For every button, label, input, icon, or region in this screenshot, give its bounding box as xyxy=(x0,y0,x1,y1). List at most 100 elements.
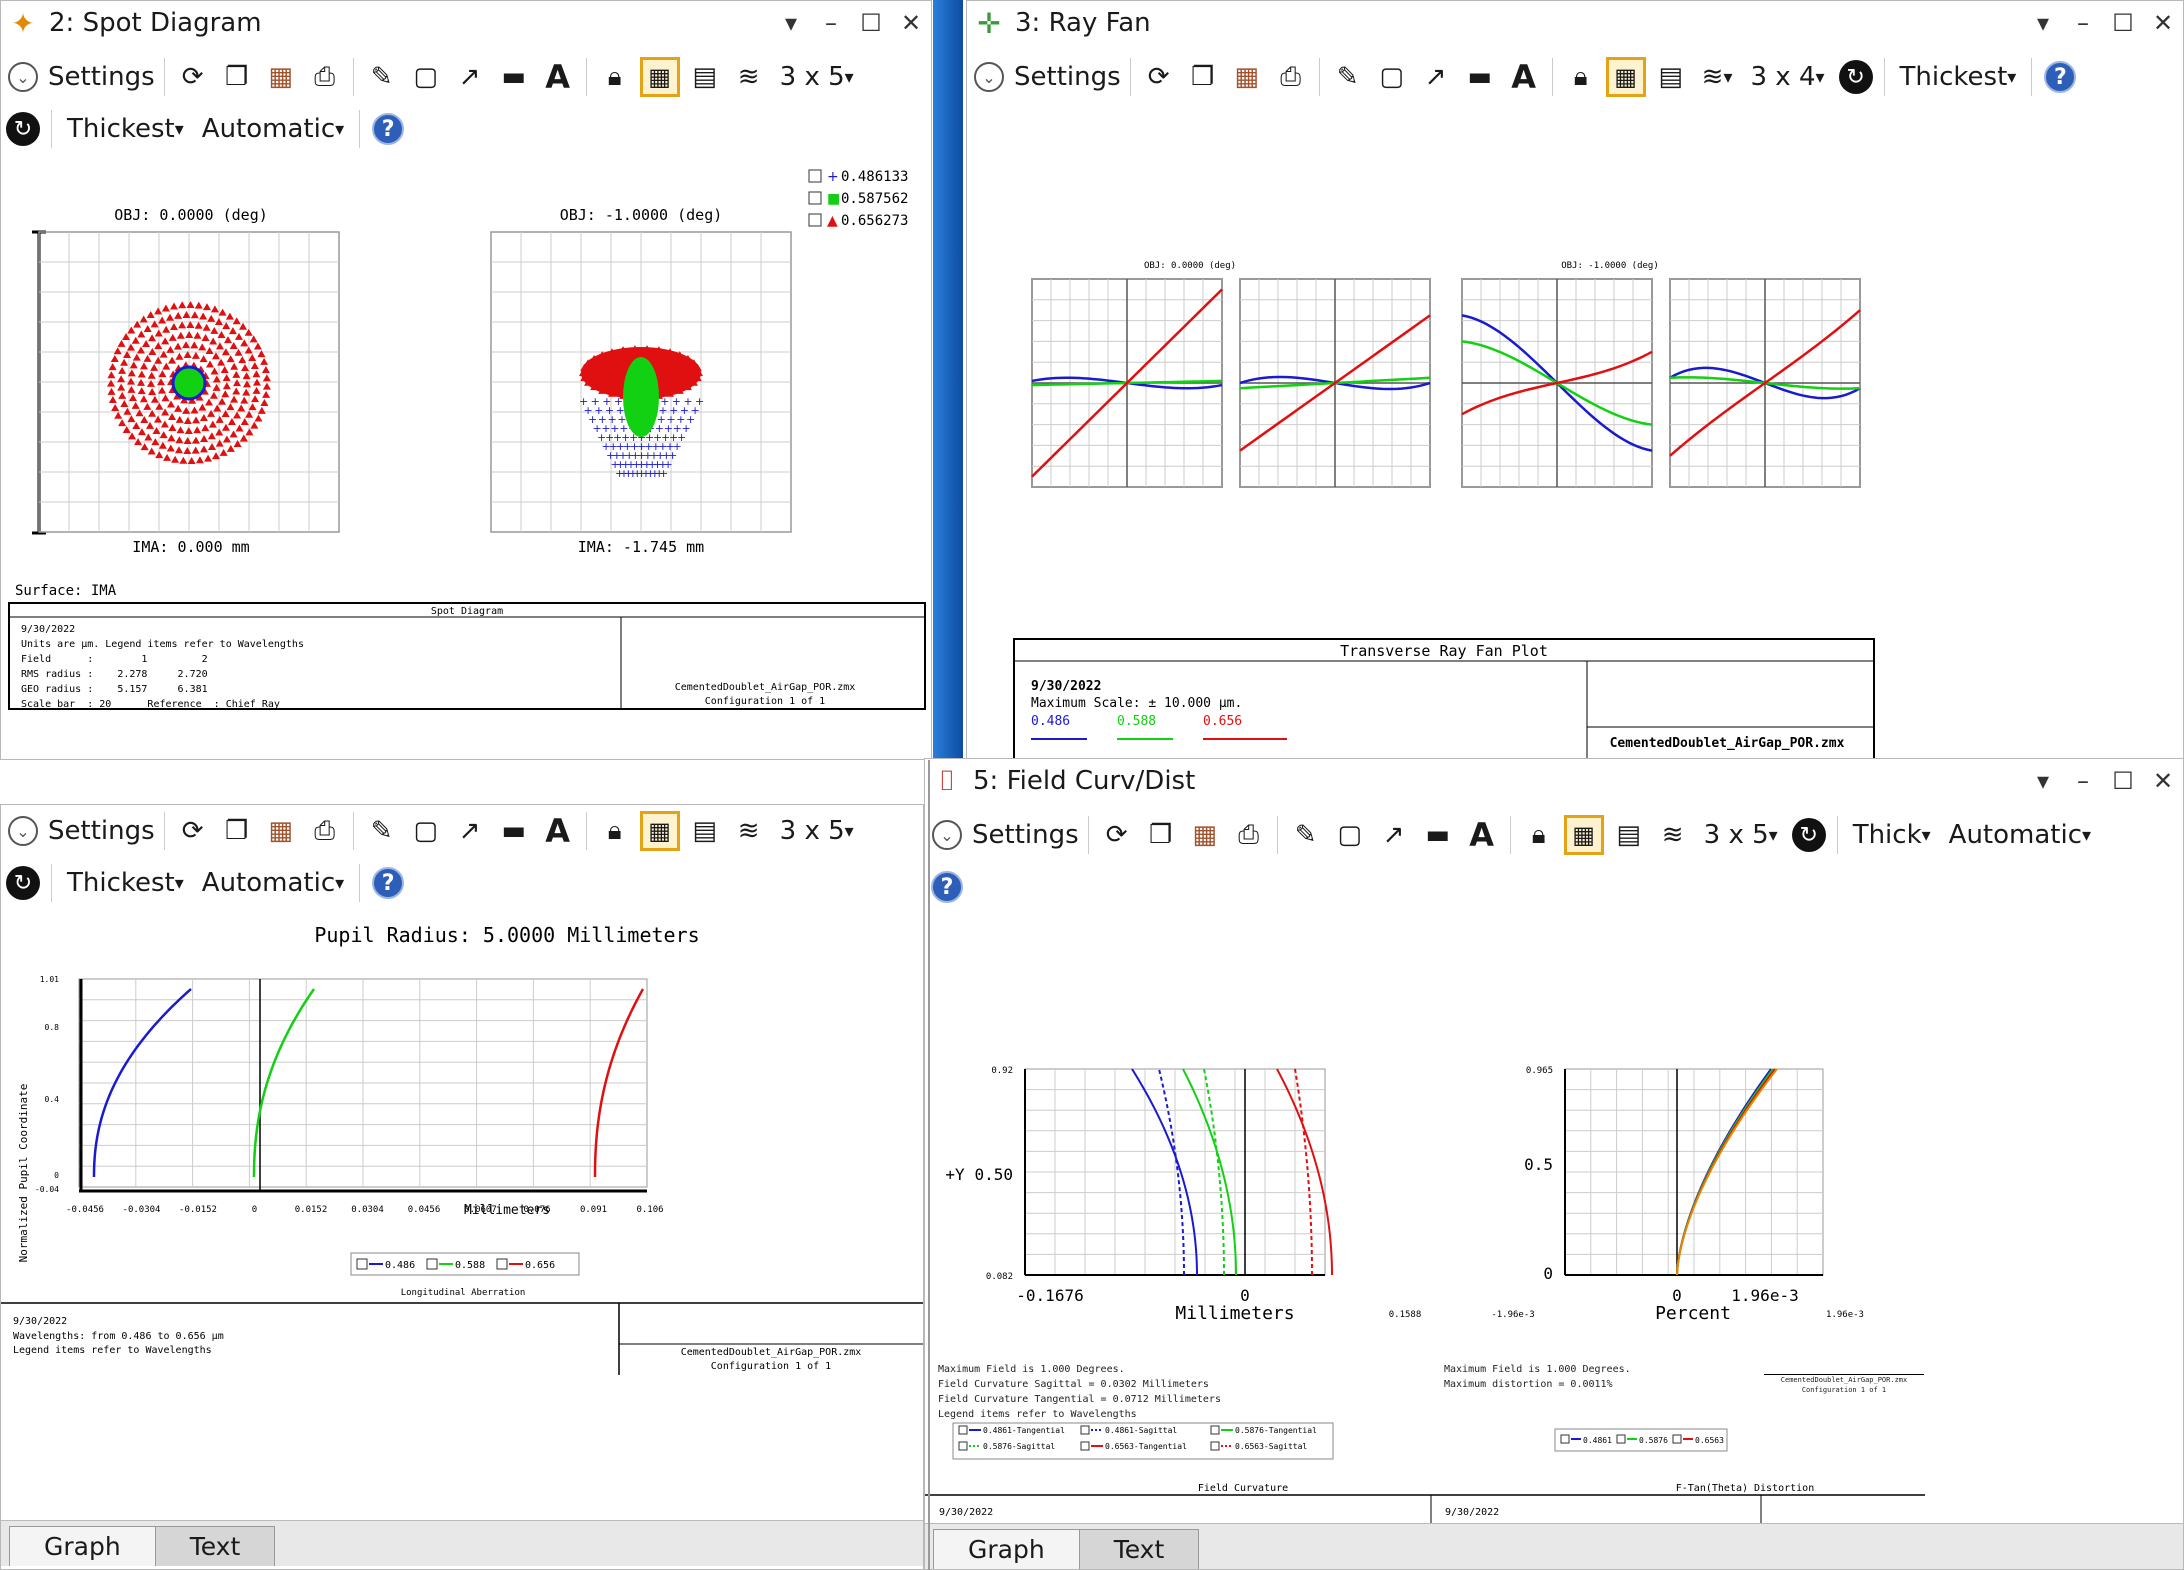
grid-layout-icon[interactable]: ▦ xyxy=(1563,815,1604,855)
settings-button[interactable]: Settings xyxy=(972,813,1079,857)
fcd-title-bar[interactable]: ⌷ 5: Field Curv/Dist ▾ – ☐ ✕ xyxy=(925,759,2183,803)
tab-graph[interactable]: Graph xyxy=(9,1526,156,1566)
help-icon[interactable]: ? xyxy=(931,871,963,903)
refresh-icon[interactable]: ⟳ xyxy=(1098,813,1136,857)
copy-icon[interactable]: ❐ xyxy=(1184,55,1222,99)
lock-icon[interactable]: 🔒︎ xyxy=(1520,813,1558,857)
minimize-icon[interactable]: – xyxy=(2063,767,2103,795)
pencil-icon[interactable]: ✎ xyxy=(363,809,401,853)
text-tool-icon[interactable]: A xyxy=(539,809,577,853)
settings-button[interactable]: Settings xyxy=(48,809,155,853)
save-icon[interactable]: ▦ xyxy=(1228,55,1266,99)
print-icon[interactable]: ⎙ xyxy=(1272,55,1310,99)
layers-icon[interactable]: ≋ xyxy=(730,55,768,99)
tab-text[interactable]: Text xyxy=(1078,1529,1200,1569)
color-mode-dropdown[interactable]: Automatic xyxy=(196,107,350,151)
spot-title-bar[interactable]: ✦ 2: Spot Diagram ▾ – ☐ ✕ xyxy=(1,1,931,45)
settings-chevron-icon[interactable]: ⌄ xyxy=(8,816,38,846)
settings-button[interactable]: Settings xyxy=(1014,55,1121,99)
chevron-down-icon[interactable]: ▾ xyxy=(2023,767,2063,795)
text-tool-icon[interactable]: A xyxy=(1505,55,1543,99)
settings-chevron-icon[interactable]: ⌄ xyxy=(974,62,1004,92)
help-icon[interactable]: ? xyxy=(372,113,405,145)
refresh-auto-icon[interactable]: ↻ xyxy=(1791,818,1826,852)
save-icon[interactable]: ▦ xyxy=(262,55,300,99)
line-thickness-dropdown[interactable]: Thickest xyxy=(1894,55,2023,99)
window-layout-icon[interactable]: ▤ xyxy=(1610,813,1648,857)
refresh-icon[interactable]: ⟳ xyxy=(1140,55,1178,99)
rectangle-icon[interactable]: ▢ xyxy=(1331,813,1369,857)
window-layout-icon[interactable]: ▤ xyxy=(686,809,724,853)
line-icon[interactable]: ▬ xyxy=(495,809,533,853)
lock-icon[interactable]: 🔒︎ xyxy=(596,55,634,99)
pencil-icon[interactable]: ✎ xyxy=(1287,813,1325,857)
spot-red-point xyxy=(169,322,178,330)
arrow-icon[interactable]: ↗ xyxy=(451,55,489,99)
close-icon[interactable]: ✕ xyxy=(2143,9,2183,37)
text-tool-icon[interactable]: A xyxy=(539,55,577,99)
pencil-icon[interactable]: ✎ xyxy=(363,55,401,99)
arrow-icon[interactable]: ↗ xyxy=(451,809,489,853)
grid-layout-icon[interactable]: ▦ xyxy=(1605,57,1646,97)
save-icon[interactable]: ▦ xyxy=(1186,813,1224,857)
copy-icon[interactable]: ❐ xyxy=(218,809,256,853)
settings-chevron-icon[interactable]: ⌄ xyxy=(932,820,962,850)
grid-size-dropdown[interactable]: 3 x 5 xyxy=(1698,813,1784,857)
lock-icon[interactable]: 🔒︎ xyxy=(596,809,634,853)
line-thickness-dropdown[interactable]: Thickest xyxy=(61,861,190,905)
grid-size-dropdown[interactable]: 3 x 4 xyxy=(1744,55,1830,99)
line-icon[interactable]: ▬ xyxy=(495,55,533,99)
settings-button[interactable]: Settings xyxy=(48,55,155,99)
close-icon[interactable]: ✕ xyxy=(2143,767,2183,795)
grid-layout-icon[interactable]: ▦ xyxy=(639,811,680,851)
help-icon[interactable]: ? xyxy=(372,867,405,899)
rayfan-title-bar[interactable]: ✛ 3: Ray Fan ▾ – ☐ ✕ xyxy=(967,1,2183,45)
rectangle-icon[interactable]: ▢ xyxy=(407,55,445,99)
settings-chevron-icon[interactable]: ⌄ xyxy=(8,62,38,92)
arrow-icon[interactable]: ↗ xyxy=(1417,55,1455,99)
refresh-auto-icon[interactable]: ↻ xyxy=(1838,60,1873,94)
layers-icon[interactable]: ≋ xyxy=(1696,55,1739,99)
grid-size-dropdown[interactable]: 3 x 5 xyxy=(774,809,860,853)
arrow-icon[interactable]: ↗ xyxy=(1375,813,1413,857)
minimize-icon[interactable]: – xyxy=(2063,9,2103,37)
close-icon[interactable]: ✕ xyxy=(891,9,931,37)
color-mode-dropdown[interactable]: Automatic xyxy=(1943,813,2097,857)
chevron-down-icon[interactable]: ▾ xyxy=(2023,9,2063,37)
layers-icon[interactable]: ≋ xyxy=(1654,813,1692,857)
line-thickness-dropdown[interactable]: Thickest xyxy=(61,107,190,151)
line-thickness-dropdown[interactable]: Thick xyxy=(1847,813,1937,857)
print-icon[interactable]: ⎙ xyxy=(1230,813,1268,857)
maximize-icon[interactable]: ☐ xyxy=(2103,9,2143,37)
copy-icon[interactable]: ❐ xyxy=(1142,813,1180,857)
tab-text[interactable]: Text xyxy=(154,1526,276,1566)
grid-layout-icon[interactable]: ▦ xyxy=(639,57,680,97)
maximize-icon[interactable]: ☐ xyxy=(2103,767,2143,795)
save-icon[interactable]: ▦ xyxy=(262,809,300,853)
minimize-icon[interactable]: – xyxy=(811,9,851,37)
refresh-auto-icon[interactable]: ↻ xyxy=(6,112,40,146)
copy-icon[interactable]: ❐ xyxy=(218,55,256,99)
tab-graph[interactable]: Graph xyxy=(933,1529,1080,1569)
line-icon[interactable]: ▬ xyxy=(1461,55,1499,99)
help-icon[interactable]: ? xyxy=(2044,61,2077,93)
refresh-icon[interactable]: ⟳ xyxy=(174,809,212,853)
grid-size-dropdown[interactable]: 3 x 5 xyxy=(774,55,860,99)
layers-icon[interactable]: ≋ xyxy=(730,809,768,853)
refresh-icon[interactable]: ⟳ xyxy=(174,55,212,99)
maximize-icon[interactable]: ☐ xyxy=(851,9,891,37)
refresh-auto-icon[interactable]: ↻ xyxy=(6,866,40,900)
pencil-icon[interactable]: ✎ xyxy=(1329,55,1367,99)
fcd-info-lines: Maximum Field is 1.000 Degrees. Field Cu… xyxy=(938,1362,1438,1422)
print-icon[interactable]: ⎙ xyxy=(306,55,344,99)
text-tool-icon[interactable]: A xyxy=(1463,813,1501,857)
window-layout-icon[interactable]: ▤ xyxy=(686,55,724,99)
window-layout-icon[interactable]: ▤ xyxy=(1652,55,1690,99)
color-mode-dropdown[interactable]: Automatic xyxy=(196,861,350,905)
rectangle-icon[interactable]: ▢ xyxy=(1373,55,1411,99)
lock-icon[interactable]: 🔒︎ xyxy=(1562,55,1600,99)
line-icon[interactable]: ▬ xyxy=(1419,813,1457,857)
chevron-down-icon[interactable]: ▾ xyxy=(771,9,811,37)
rectangle-icon[interactable]: ▢ xyxy=(407,809,445,853)
print-icon[interactable]: ⎙ xyxy=(306,809,344,853)
